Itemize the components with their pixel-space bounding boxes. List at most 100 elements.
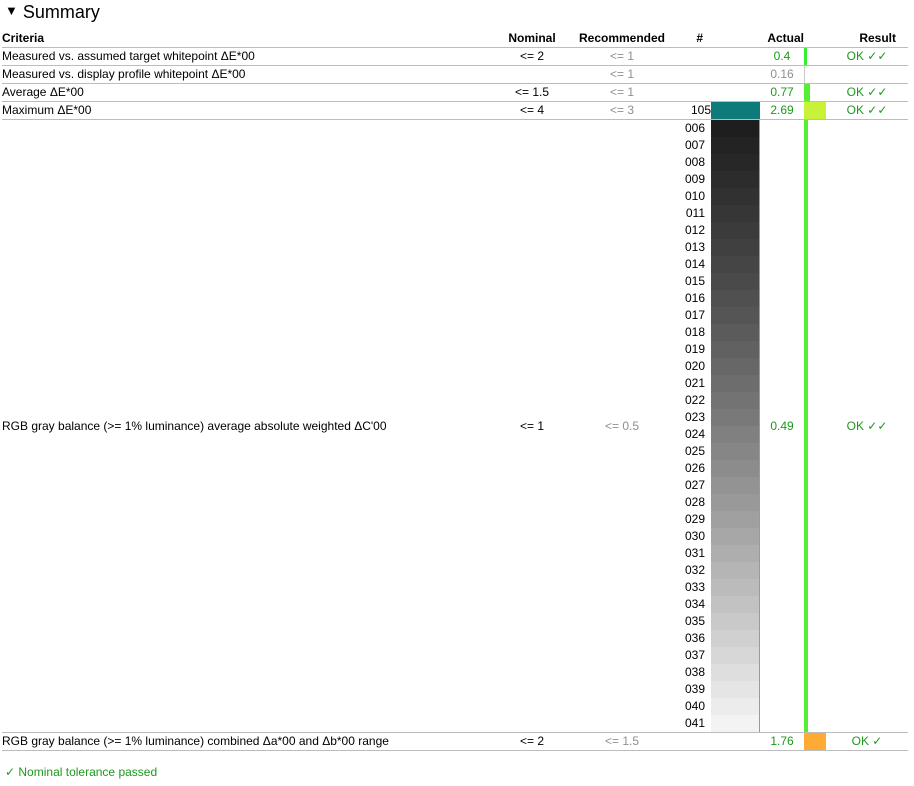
gray-patch-number: 037 <box>684 648 705 662</box>
nominal-cell <box>495 65 569 84</box>
gray-patch-number: 032 <box>684 563 705 577</box>
gray-patch-number: 027 <box>684 478 705 492</box>
deviation-bar-cell <box>804 47 826 66</box>
patch-number-cell: 006 007 008 009 010 011 012 013 014 015 016 017 018 0… <box>675 119 711 733</box>
criteria-cell: RGB gray balance (>= 1% luminance) avera… <box>2 119 495 733</box>
recommended-header: Recommended <box>569 30 675 48</box>
number-header: # <box>675 30 711 48</box>
gray-patch-number: 035 <box>684 614 705 628</box>
gray-patch-swatch <box>711 154 760 171</box>
gray-patch-swatch <box>711 460 760 477</box>
patch-swatch-cell <box>711 47 760 66</box>
gray-patch-number: 028 <box>684 495 705 509</box>
gray-patch-swatch <box>711 545 760 562</box>
recommended-cell: <= 1 <box>569 65 675 84</box>
actual-cell: 2.69 <box>760 101 804 120</box>
result-cell <box>826 65 908 84</box>
result-cell: OK ✓✓ <box>826 83 908 102</box>
deviation-bar <box>804 66 806 83</box>
gray-patch-swatch <box>711 239 760 256</box>
summary-row: Maximum ΔE*00 <= 4 <= 3 105 2.69 OK ✓✓ <box>2 101 908 120</box>
deviation-bar-cell <box>804 83 826 102</box>
patch-swatch-cell <box>711 732 760 751</box>
summary-row: RGB gray balance (>= 1% luminance) combi… <box>2 732 908 751</box>
criteria-header: Criteria <box>2 30 495 48</box>
gray-patch-swatch <box>711 562 760 579</box>
gray-patch-swatch <box>711 443 760 460</box>
actual-cell: 0.16 <box>760 65 804 84</box>
gray-patch-swatch <box>711 205 760 222</box>
gray-patch-number: 007 <box>684 138 705 152</box>
criteria-cell: Measured vs. assumed target whitepoint Δ… <box>2 47 495 66</box>
gray-patch-number: 016 <box>684 291 705 305</box>
result-cell: OK ✓ <box>826 732 908 751</box>
gray-patch-number: 023 <box>684 410 705 424</box>
deviation-bar-cell <box>804 101 826 120</box>
gray-patch-swatch <box>711 273 760 290</box>
gray-patch-number: 031 <box>684 546 705 560</box>
patch-header <box>711 30 760 48</box>
deviation-bar-cell <box>804 65 826 84</box>
recommended-cell: <= 1.5 <box>569 732 675 751</box>
gray-patch-swatch <box>711 715 760 732</box>
gray-patch-swatch <box>711 120 760 137</box>
gray-patch-number: 009 <box>684 172 705 186</box>
gray-patch-number: 024 <box>684 427 705 441</box>
recommended-cell: <= 1 <box>569 83 675 102</box>
result-cell: OK ✓✓ <box>826 101 908 120</box>
gray-patch-swatch <box>711 358 760 375</box>
gray-patch-number: 026 <box>684 461 705 475</box>
deviation-bar <box>804 84 811 101</box>
collapse-triangle-icon: ▼ <box>5 3 18 18</box>
gray-patch-number: 020 <box>684 359 705 373</box>
summary-table: Criteria Nominal Recommended # Actual Re… <box>2 30 908 751</box>
gray-patch-swatch <box>711 256 760 273</box>
gray-patch-swatch <box>711 647 760 664</box>
gray-patch-swatch <box>711 307 760 324</box>
criteria-cell: Measured vs. display profile whitepoint … <box>2 65 495 84</box>
gray-patch-number: 011 <box>685 206 705 220</box>
gray-patch-number: 008 <box>684 155 705 169</box>
recommended-cell: <= 1 <box>569 47 675 66</box>
gray-patch-swatch <box>711 324 760 341</box>
gray-patch-swatch <box>711 698 760 715</box>
patch-number-cell: 105 <box>675 101 711 120</box>
gray-patch-number: 015 <box>684 274 705 288</box>
gray-patch-number: 030 <box>684 529 705 543</box>
gray-patch-swatch <box>711 596 760 613</box>
recommended-cell: <= 3 <box>569 101 675 120</box>
summary-toggle[interactable]: ▼ Summary <box>5 1 100 23</box>
gray-patch-swatch <box>711 171 760 188</box>
summary-row: Measured vs. display profile whitepoint … <box>2 65 908 84</box>
gray-patch-swatch <box>711 681 760 698</box>
gray-patch-swatch <box>711 290 760 307</box>
gray-patch-swatch <box>711 528 760 545</box>
gray-patch-number: 012 <box>684 223 705 237</box>
gray-patch-swatch <box>711 375 760 392</box>
gray-patch-number: 018 <box>684 325 705 339</box>
deviation-bar <box>804 48 808 65</box>
nominal-cell: <= 1.5 <box>495 83 569 102</box>
criteria-cell: Average ΔE*00 <box>2 83 495 102</box>
result-header: Result <box>826 30 908 48</box>
patch-swatch-cell <box>711 83 760 102</box>
recommended-cell: <= 0.5 <box>569 119 675 733</box>
actual-cell: 1.76 <box>760 732 804 751</box>
gray-patch-swatch <box>711 494 760 511</box>
gray-patch-swatch <box>711 222 760 239</box>
patch-number-cell <box>675 732 711 751</box>
gray-patch-number: 038 <box>684 665 705 679</box>
nominal-status-text: ✓ Nominal tolerance passed <box>5 765 158 779</box>
result-cell: OK ✓✓ <box>826 47 908 66</box>
gray-patch-number: 039 <box>684 682 705 696</box>
actual-cell: 0.77 <box>760 83 804 102</box>
gray-patch-number-list: 006 007 008 009 010 011 012 013 014 015 016 017 018 0… <box>675 120 711 732</box>
summary-row: Measured vs. assumed target whitepoint Δ… <box>2 47 908 66</box>
patch-swatch <box>711 102 760 119</box>
summary-row: RGB gray balance (>= 1% luminance) avera… <box>2 119 908 733</box>
patch-swatch-cell <box>711 65 760 84</box>
gray-patch-number: 017 <box>684 308 705 322</box>
deviation-bar <box>804 102 826 119</box>
deviation-bar-cell <box>804 732 826 751</box>
deviation-bar <box>804 120 808 732</box>
